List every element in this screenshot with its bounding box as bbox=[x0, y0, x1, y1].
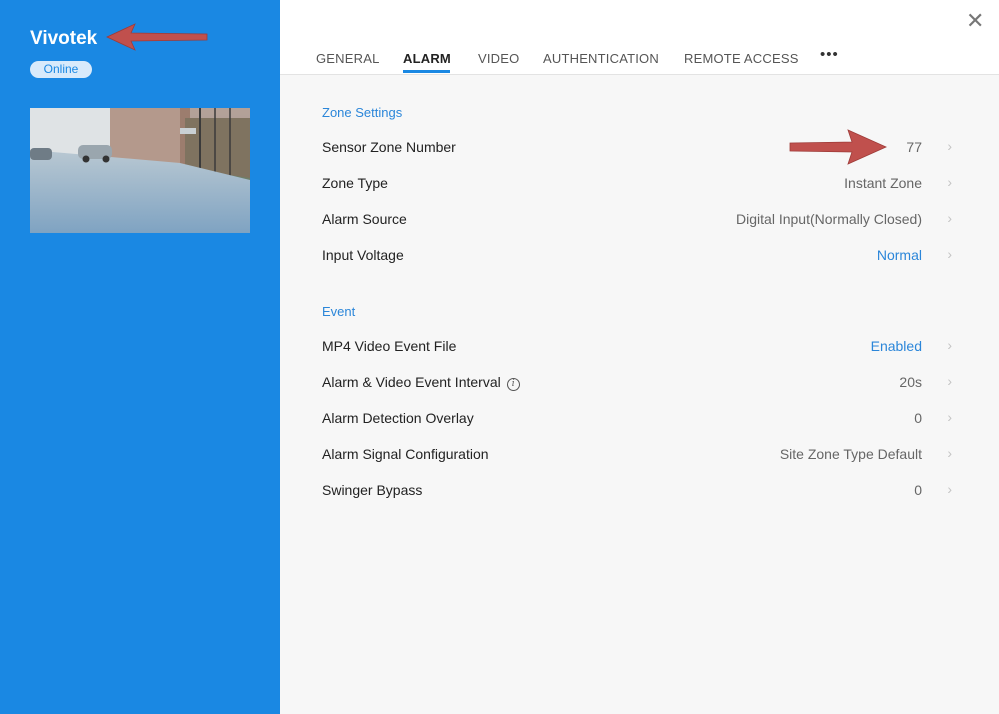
chevron-right-icon: › bbox=[947, 373, 952, 389]
row-zone-type[interactable]: Zone Type Instant Zone › bbox=[312, 165, 960, 201]
row-mp4-video-event-file[interactable]: MP4 Video Event File Enabled › bbox=[312, 328, 960, 364]
row-alarm-signal-configuration[interactable]: Alarm Signal Configuration Site Zone Typ… bbox=[312, 436, 960, 472]
row-value: Digital Input(Normally Closed) bbox=[736, 211, 922, 227]
chevron-right-icon: › bbox=[947, 409, 952, 425]
tab-remote-access[interactable]: REMOTE ACCESS bbox=[684, 51, 799, 66]
section-title-event: Event bbox=[322, 304, 356, 319]
tab-bar: GENERAL ALARM VIDEO AUTHENTICATION REMOT… bbox=[280, 0, 999, 75]
row-label: Sensor Zone Number bbox=[322, 139, 456, 155]
row-value: 77 bbox=[906, 139, 922, 155]
tab-authentication[interactable]: AUTHENTICATION bbox=[543, 51, 659, 66]
annotation-arrow-left-icon bbox=[106, 23, 208, 51]
tab-alarm[interactable]: ALARM bbox=[403, 51, 451, 66]
row-label: Alarm Source bbox=[322, 211, 407, 227]
annotation-arrow-right-icon bbox=[789, 129, 887, 165]
active-tab-indicator bbox=[403, 70, 450, 73]
camera-snapshot-image bbox=[30, 108, 250, 233]
tab-video[interactable]: VIDEO bbox=[478, 51, 519, 66]
row-alarm-video-event-interval[interactable]: Alarm & Video Event Interval i 20s › bbox=[312, 364, 960, 400]
row-alarm-source[interactable]: Alarm Source Digital Input(Normally Clos… bbox=[312, 201, 960, 237]
row-value: 0 bbox=[914, 482, 922, 498]
close-icon[interactable]: ✕ bbox=[966, 10, 984, 32]
settings-panel: GENERAL ALARM VIDEO AUTHENTICATION REMOT… bbox=[280, 0, 999, 714]
status-badge: Online bbox=[30, 61, 92, 78]
row-swinger-bypass[interactable]: Swinger Bypass 0 › bbox=[312, 472, 960, 508]
row-label: Input Voltage bbox=[322, 247, 404, 263]
chevron-right-icon: › bbox=[947, 337, 952, 353]
chevron-right-icon: › bbox=[947, 210, 952, 226]
row-input-voltage[interactable]: Input Voltage Normal › bbox=[312, 237, 960, 273]
row-value: Site Zone Type Default bbox=[779, 446, 922, 462]
row-label: Zone Type bbox=[322, 175, 388, 191]
row-label: Alarm & Video Event Interval i bbox=[322, 374, 520, 391]
camera-thumbnail[interactable] bbox=[30, 108, 250, 233]
row-label: MP4 Video Event File bbox=[322, 338, 457, 354]
device-name: Vivotek bbox=[30, 28, 98, 49]
chevron-right-icon: › bbox=[947, 445, 952, 461]
row-value: Normal bbox=[876, 247, 922, 263]
chevron-right-icon: › bbox=[947, 481, 952, 497]
more-options-icon[interactable]: ••• bbox=[820, 46, 839, 63]
chevron-right-icon: › bbox=[947, 138, 952, 154]
info-icon[interactable]: i bbox=[506, 378, 520, 391]
row-label: Alarm Signal Configuration bbox=[322, 446, 489, 462]
row-value: Instant Zone bbox=[844, 175, 922, 191]
row-label-text: Alarm & Video Event Interval bbox=[322, 374, 501, 390]
chevron-right-icon: › bbox=[947, 246, 952, 262]
row-value: 0 bbox=[914, 410, 922, 426]
device-sidebar: Vivotek Online bbox=[0, 0, 280, 714]
row-value: Enabled bbox=[870, 338, 922, 354]
tab-general[interactable]: GENERAL bbox=[316, 51, 380, 66]
row-alarm-detection-overlay[interactable]: Alarm Detection Overlay 0 › bbox=[312, 400, 960, 436]
section-title-zone-settings: Zone Settings bbox=[322, 105, 403, 120]
row-value: 20s bbox=[899, 374, 922, 390]
chevron-right-icon: › bbox=[947, 174, 952, 190]
row-label: Swinger Bypass bbox=[322, 482, 423, 498]
row-label: Alarm Detection Overlay bbox=[322, 410, 474, 426]
